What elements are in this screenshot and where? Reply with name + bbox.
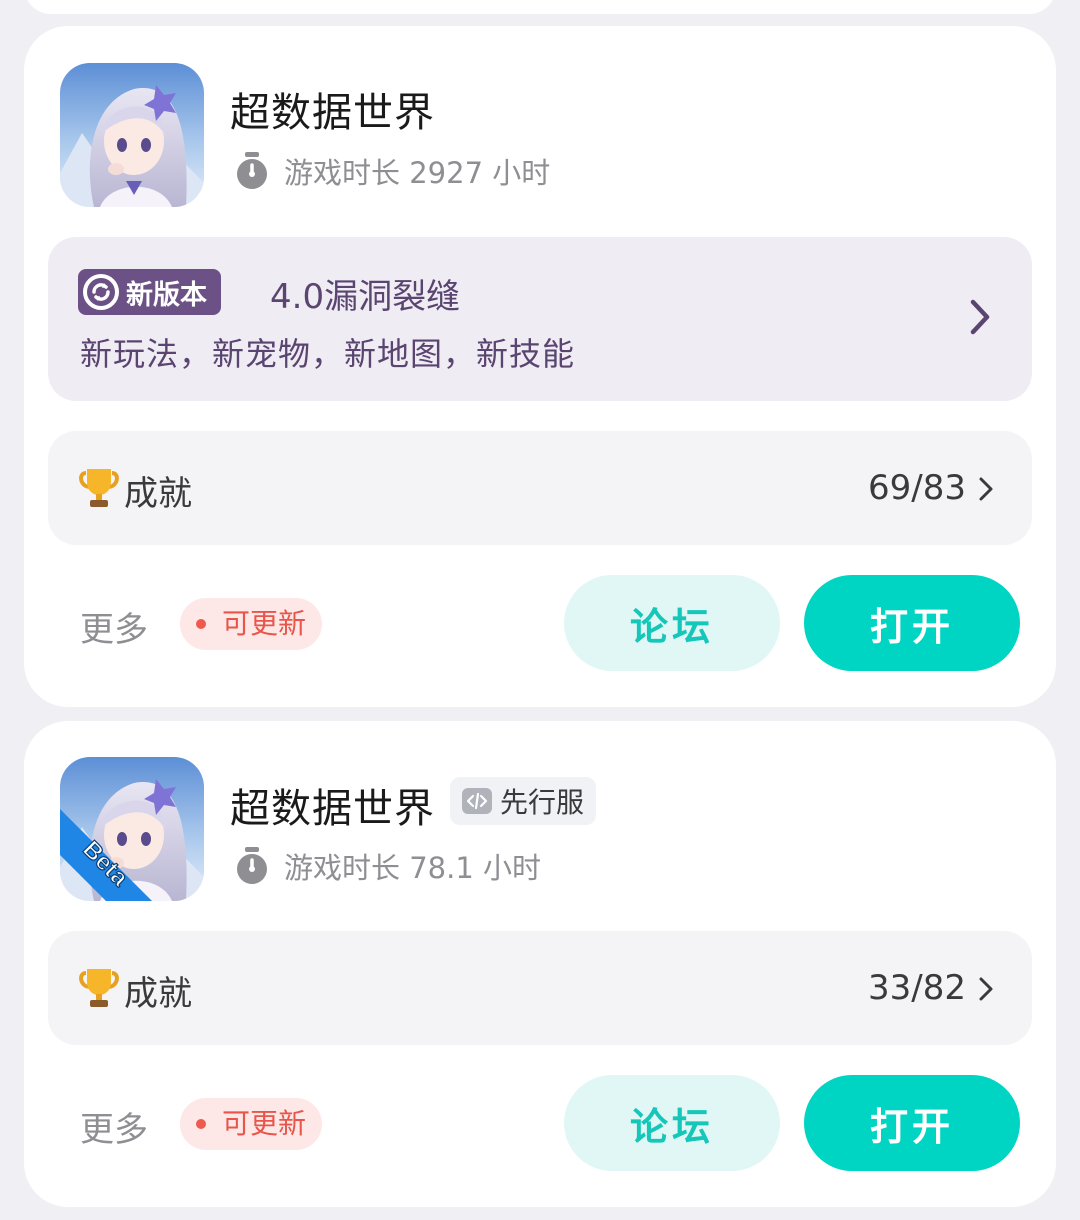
game-library-page: 超数据世界 游戏时长 2927 小时 新版本 4.0漏洞裂缝 新玩法，新宠物，新… (0, 0, 1080, 1220)
forum-button[interactable]: 论坛 (564, 1075, 780, 1171)
achievements-count: 33/82 (868, 968, 966, 1008)
playtime-text: 游戏时长 78.1 小时 (284, 851, 542, 885)
game-icon[interactable] (60, 63, 204, 207)
open-button[interactable]: 打开 (804, 575, 1020, 671)
previous-game-card (24, 0, 1056, 14)
stopwatch-icon (237, 847, 267, 884)
achievements-row[interactable]: 成就 33/82 (48, 931, 1032, 1045)
game-card: 超数据世界 游戏时长 2927 小时 新版本 4.0漏洞裂缝 新玩法，新宠物，新… (24, 26, 1056, 707)
achievements-label: 成就 (124, 974, 192, 1014)
new-version-label: 新版本 (126, 279, 207, 311)
new-version-badge: 新版本 (78, 269, 221, 315)
trophy-icon (79, 469, 119, 507)
playtime-row: 游戏时长 2927 小时 (234, 150, 550, 192)
more-button[interactable]: 更多 (80, 602, 148, 651)
update-dot (196, 1119, 206, 1129)
update-dot (196, 619, 206, 629)
game-title: 超数据世界 (230, 786, 435, 832)
update-label: 可更新 (222, 1107, 307, 1140)
trophy-icon (79, 969, 119, 1007)
playtime-row: 游戏时长 78.1 小时 (234, 845, 541, 887)
game-title: 超数据世界 (230, 90, 435, 136)
forum-button[interactable]: 论坛 (564, 575, 780, 671)
more-button[interactable]: 更多 (80, 1102, 148, 1151)
code-icon (462, 788, 492, 814)
game-icon-beta[interactable]: Beta (60, 757, 204, 901)
game-card-beta: Beta 超数据世界 先行服 游戏时长 78.1 小时 成就 33/82 更多 … (24, 721, 1056, 1207)
chevron-right-icon (979, 977, 993, 1001)
achievements-label: 成就 (124, 474, 192, 514)
update-available-badge[interactable]: 可更新 (180, 598, 323, 650)
open-button[interactable]: 打开 (804, 1075, 1020, 1171)
playtime-text: 游戏时长 2927 小时 (284, 156, 551, 190)
swirl-icon (83, 274, 119, 310)
chevron-right-icon (979, 477, 993, 501)
preview-server-tag: 先行服 (450, 777, 597, 825)
stopwatch-icon (237, 152, 267, 189)
version-update-banner[interactable]: 新版本 4.0漏洞裂缝 新玩法，新宠物，新地图，新技能 (48, 237, 1032, 401)
update-label: 可更新 (222, 607, 307, 640)
update-available-badge[interactable]: 可更新 (180, 1098, 323, 1150)
chevron-right-icon (970, 299, 990, 335)
version-name: 4.0漏洞裂缝 (270, 277, 461, 317)
achievements-row[interactable]: 成就 69/83 (48, 431, 1032, 545)
version-description: 新玩法，新宠物，新地图，新技能 (80, 335, 576, 373)
preview-server-label: 先行服 (500, 786, 585, 819)
achievements-count: 69/83 (868, 468, 966, 508)
